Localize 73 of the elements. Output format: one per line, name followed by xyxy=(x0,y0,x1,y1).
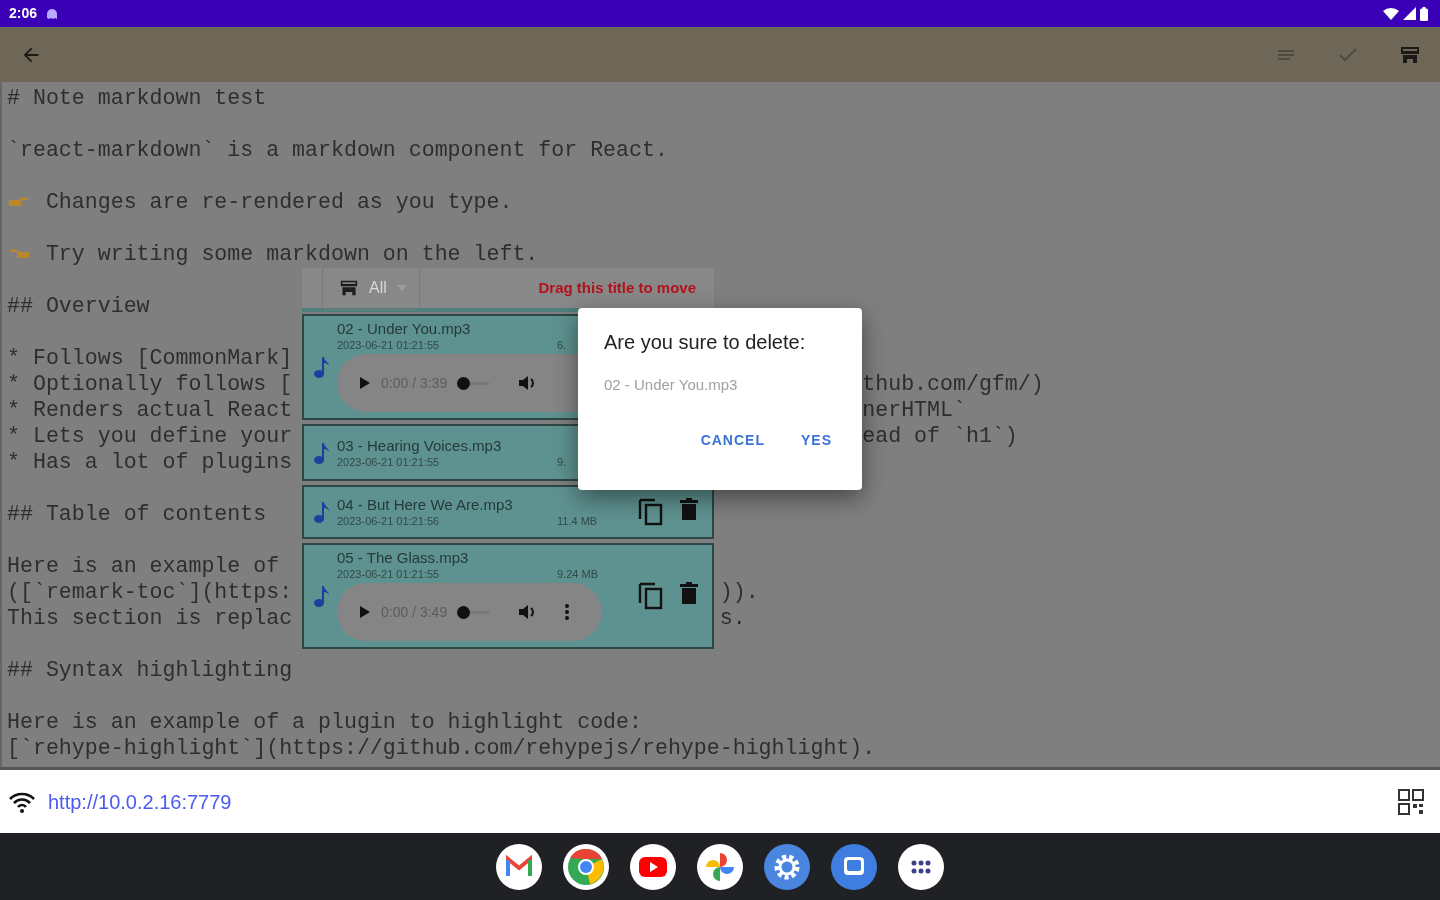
wifi-icon xyxy=(1383,7,1399,20)
play-icon xyxy=(359,605,371,619)
filter-dropdown[interactable]: All xyxy=(322,266,420,310)
chat-app-icon[interactable] xyxy=(831,843,877,890)
code-line: * Has a lot of plugins xyxy=(7,449,293,475)
notification-icon xyxy=(45,7,60,20)
copy-icon xyxy=(638,498,664,526)
file-date: 2023-06-21 01:21:56 xyxy=(337,514,441,528)
browser-app-icon[interactable] xyxy=(563,843,609,890)
code-line: ## Table of contents xyxy=(7,501,267,527)
panel-header[interactable]: All Drag this title to move xyxy=(302,268,714,312)
seek-slider-thumb[interactable] xyxy=(457,376,471,390)
music-note-icon xyxy=(314,355,330,379)
mail-app-icon[interactable] xyxy=(496,843,542,890)
qr-code-button[interactable] xyxy=(1398,788,1424,815)
file-size: 11.4 MB xyxy=(557,514,598,528)
file-name: 02 - Under You.mp3 xyxy=(337,320,472,338)
play-button[interactable] xyxy=(359,376,371,390)
code-line: Try writing some markdown on the left. xyxy=(45,241,539,267)
code-line: This section is replac xyxy=(7,605,293,631)
status-time: 2:06 xyxy=(9,4,38,23)
code-line: ead of `h1`) xyxy=(862,423,1018,449)
trash-icon xyxy=(680,498,698,520)
copy-button[interactable] xyxy=(638,582,664,610)
code-line: ## Syntax highlighting xyxy=(7,657,293,683)
code-line: * Renders actual React xyxy=(7,397,293,423)
wifi-icon xyxy=(8,790,36,813)
more-options-button[interactable] xyxy=(565,604,570,620)
drag-handle-title: Drag this title to move xyxy=(538,279,696,297)
code-line: `react-markdown` is a markdown component for React. xyxy=(7,137,668,163)
code-line: Changes are re-rendered as you type. xyxy=(45,189,513,215)
video-app-icon[interactable] xyxy=(630,843,676,890)
seek-slider-thumb[interactable] xyxy=(457,605,471,619)
file-name: 04 - But Here We Are.mp3 xyxy=(337,496,514,514)
file-size: 6. xyxy=(557,338,567,352)
qr-code-icon xyxy=(1398,788,1424,815)
code-line: * Optionally follows [ xyxy=(7,371,293,397)
code-line: nerHTML` xyxy=(862,397,966,423)
code-line: Here is an example of xyxy=(7,553,280,579)
pinwheel-app-icon[interactable] xyxy=(697,843,743,890)
trash-icon xyxy=(680,582,698,604)
file-size: 9. xyxy=(557,454,567,469)
file-name: 05 - The Glass.mp3 xyxy=(337,549,470,567)
code-line: [`rehype-highlight`](https://github.com/rehypejs/rehype-highlight). xyxy=(7,735,876,761)
gear-app-icon[interactable] xyxy=(764,843,810,890)
play-button[interactable] xyxy=(359,605,371,619)
app-grid-icon[interactable] xyxy=(898,843,944,890)
file-date: 2023-06-21 01:21:55 xyxy=(337,338,441,352)
signal-icon xyxy=(1403,7,1416,20)
code-line: ## Overview xyxy=(7,293,150,319)
confirm-button[interactable]: YES xyxy=(793,428,840,453)
copy-button[interactable] xyxy=(638,498,664,526)
code-line: )). xyxy=(719,579,759,605)
code-line: Here is an example of a plugin to highlight code: xyxy=(7,709,642,735)
code-line: * Follows [CommonMark] xyxy=(7,345,293,371)
file-card[interactable]: 04 - But Here We Are.mp3 2023-06-21 01:21:56 11.4 MB xyxy=(302,485,714,539)
code-line: # Note markdown test xyxy=(7,85,267,111)
code-line: * Lets you define your xyxy=(7,423,293,449)
play-icon xyxy=(359,376,371,390)
battery-icon xyxy=(1420,6,1428,21)
copy-icon xyxy=(638,582,664,610)
file-size: 9.24 MB xyxy=(557,567,598,581)
code-line: ([`remark-toc`](https: xyxy=(7,579,293,605)
drawer-icon xyxy=(339,279,359,297)
music-note-icon xyxy=(314,584,330,608)
server-url-link[interactable]: http://10.0.2.16:7779 xyxy=(48,786,232,817)
music-note-icon xyxy=(314,500,330,524)
code-line: thub.com/gfm/) xyxy=(862,371,1044,397)
kebab-menu-icon xyxy=(565,604,570,620)
file-date: 2023-06-21 01:21:55 xyxy=(337,454,441,469)
music-note-icon xyxy=(314,440,330,465)
file-date: 2023-06-21 01:21:55 xyxy=(337,567,441,581)
code-line: s. xyxy=(719,605,746,631)
